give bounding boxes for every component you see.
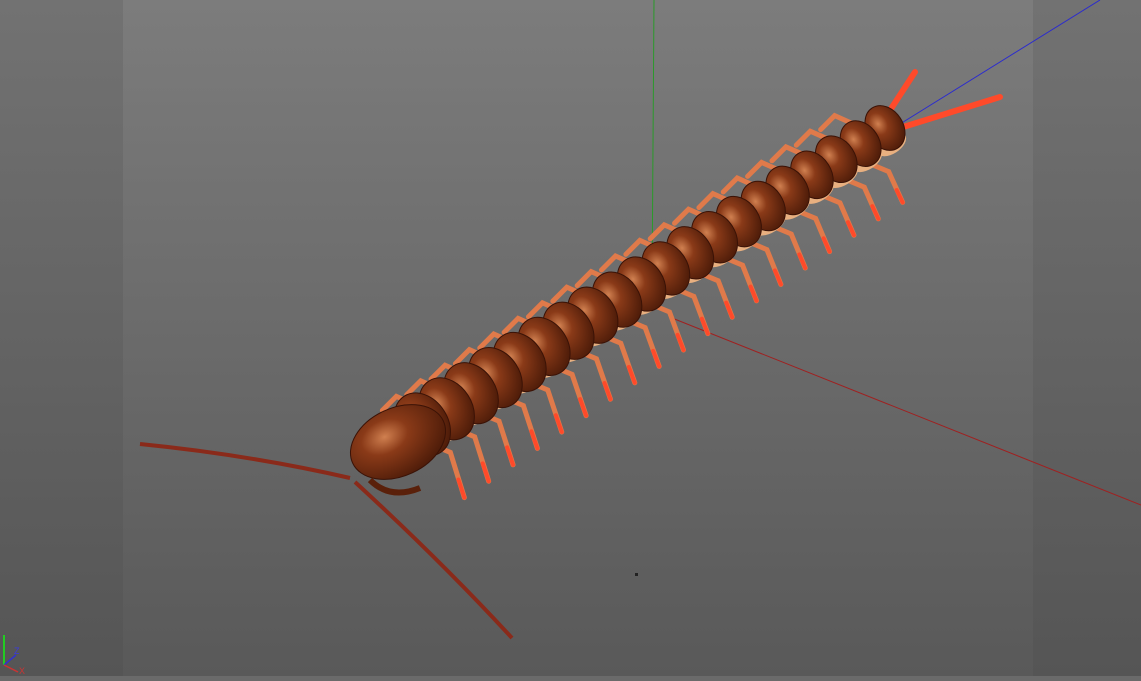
3d-viewport[interactable]: Z X bbox=[0, 0, 1141, 676]
viewport-scene[interactable] bbox=[0, 0, 1141, 676]
viewport-left-margin bbox=[0, 0, 123, 676]
pivot-dot bbox=[635, 573, 638, 576]
gizmo-z-label: Z bbox=[14, 646, 20, 656]
viewport-right-margin bbox=[1033, 0, 1141, 676]
gizmo-x-label: X bbox=[19, 666, 26, 676]
